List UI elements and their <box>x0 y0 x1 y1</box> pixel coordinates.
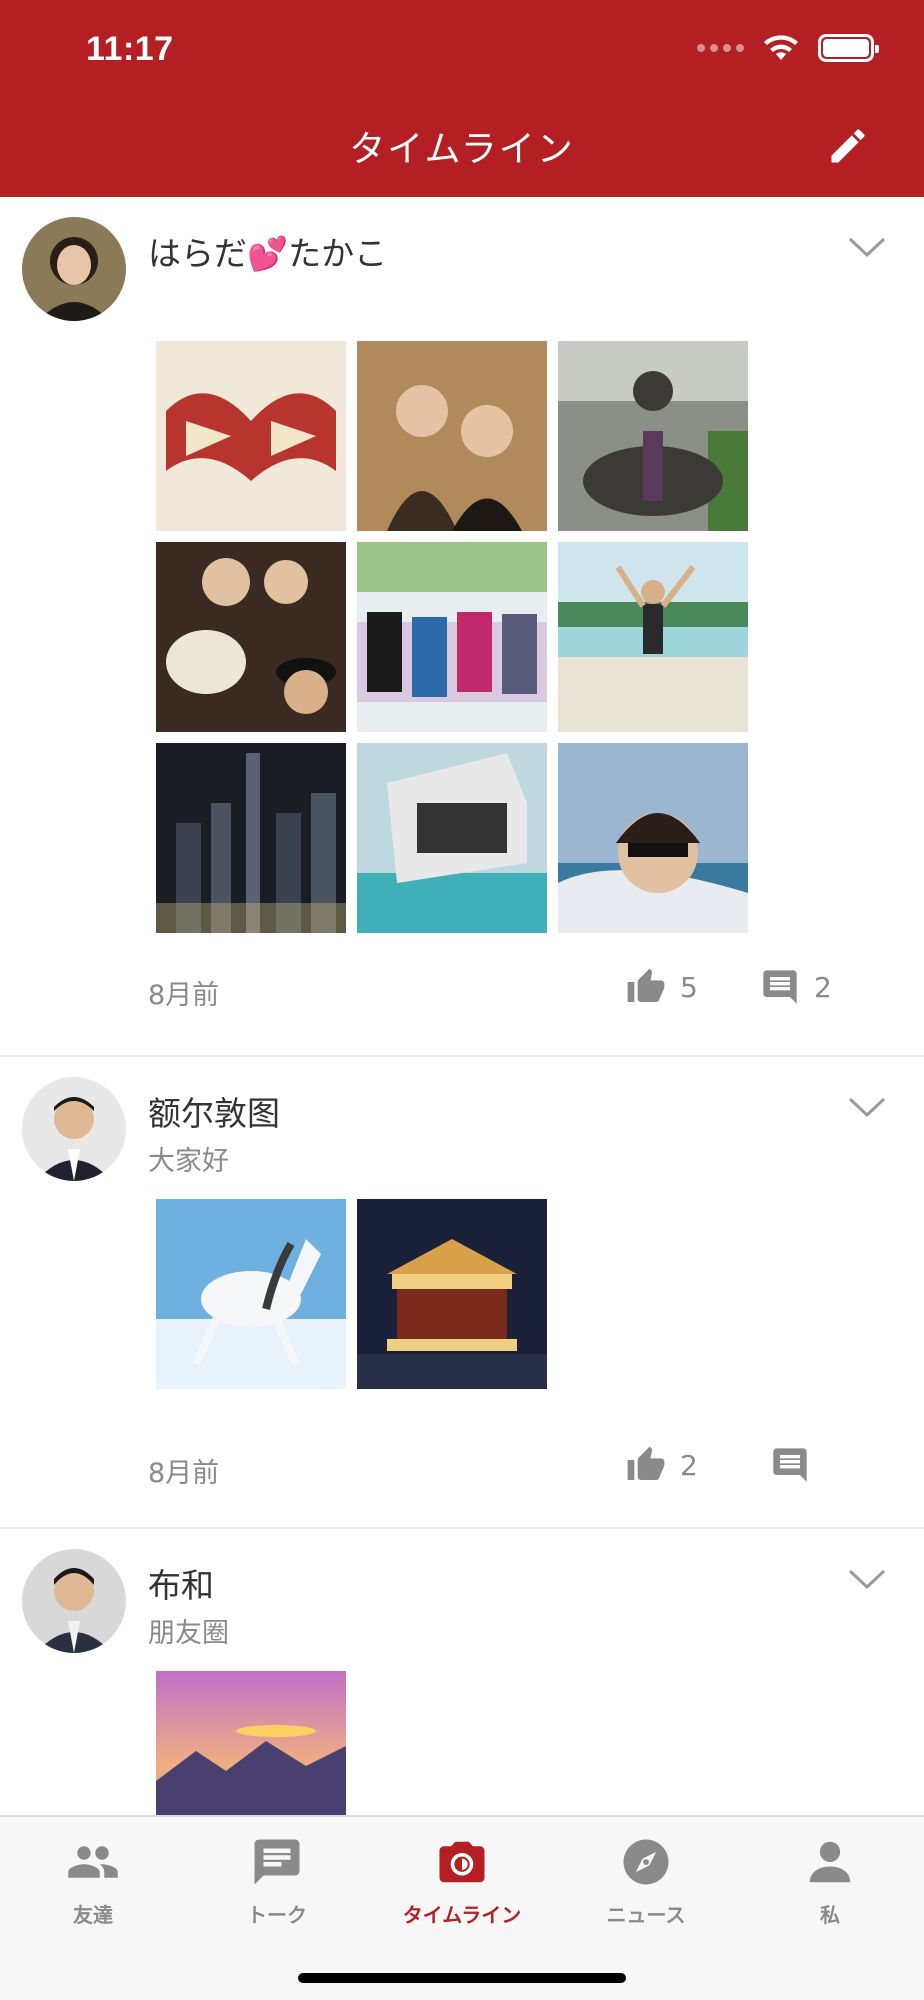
photo-grid <box>156 341 748 933</box>
thumb-up-icon <box>627 1446 665 1480</box>
page-title: タイムライン <box>349 129 575 170</box>
tab-talk[interactable]: トーク <box>202 1835 352 1928</box>
timeline-post: はらだ💕たかこ 8月前 5 2 <box>0 197 924 1057</box>
photo-thumbnail[interactable] <box>558 542 748 732</box>
pencil-icon[interactable] <box>826 124 870 168</box>
avatar[interactable] <box>22 1549 126 1653</box>
tab-me[interactable]: 私 <box>755 1835 905 1928</box>
chevron-down-icon[interactable] <box>846 1091 888 1121</box>
chevron-down-icon[interactable] <box>846 1563 888 1593</box>
photo-grid <box>156 1671 748 1815</box>
comment-button[interactable] <box>770 1445 810 1485</box>
home-indicator[interactable] <box>298 1973 626 1983</box>
tab-news[interactable]: ニュース <box>571 1835 721 1928</box>
friends-icon <box>68 1846 118 1878</box>
chat-icon <box>254 1839 300 1885</box>
tab-label: タイムライン <box>402 1903 522 1927</box>
post-author-name[interactable]: はらだ💕たかこ <box>148 227 387 275</box>
person-icon <box>809 1841 851 1883</box>
photo-thumbnail[interactable] <box>156 743 346 933</box>
chevron-down-icon[interactable] <box>846 231 888 261</box>
post-author-name[interactable]: 布和 <box>148 1559 214 1607</box>
like-count: 5 <box>680 970 698 1004</box>
post-timestamp: 8月前 <box>148 1458 220 1489</box>
tab-label: トーク <box>247 1903 307 1927</box>
post-author-name[interactable]: 额尔敦图 <box>148 1087 280 1135</box>
like-button[interactable]: 2 <box>626 1445 698 1485</box>
comment-icon <box>763 970 797 1004</box>
avatar[interactable] <box>22 217 126 321</box>
like-count: 2 <box>680 1448 698 1482</box>
timeline-feed[interactable]: はらだ💕たかこ 8月前 5 2 额尔敦图 大家好 8月前 2 布和 朋友圈 <box>0 197 924 1815</box>
post-text: 大家好 <box>148 1146 229 1177</box>
comment-count: 2 <box>814 970 832 1004</box>
photo-thumbnail[interactable] <box>156 1199 346 1389</box>
comment-button[interactable]: 2 <box>760 967 832 1007</box>
tab-friends[interactable]: 友達 <box>18 1835 168 1928</box>
battery-icon <box>818 34 879 62</box>
photo-thumbnail[interactable] <box>357 743 547 933</box>
post-timestamp: 8月前 <box>148 980 220 1011</box>
comment-icon <box>773 1448 807 1482</box>
status-icons <box>697 34 879 62</box>
photo-thumbnail[interactable] <box>156 542 346 732</box>
tab-label: 友達 <box>73 1903 113 1927</box>
photo-grid <box>156 1199 748 1389</box>
like-button[interactable]: 5 <box>626 967 698 1007</box>
avatar[interactable] <box>22 1077 126 1181</box>
timeline-post: 布和 朋友圈 <box>0 1529 924 1815</box>
tab-label: ニュース <box>606 1903 686 1927</box>
app-header: 11:17 タイムライン <box>0 0 924 197</box>
signal-icon <box>697 44 744 52</box>
post-text: 朋友圈 <box>148 1618 229 1649</box>
photo-thumbnail[interactable] <box>558 341 748 531</box>
status-time: 11:17 <box>86 30 174 68</box>
thumb-up-icon <box>627 968 665 1002</box>
timeline-post: 额尔敦图 大家好 8月前 2 <box>0 1057 924 1529</box>
photo-thumbnail[interactable] <box>156 341 346 531</box>
photo-thumbnail[interactable] <box>357 341 547 531</box>
compass-icon <box>623 1839 669 1885</box>
tab-timeline[interactable]: タイムライン <box>387 1835 537 1928</box>
wifi-icon <box>764 35 798 60</box>
photo-thumbnail[interactable] <box>558 743 748 933</box>
tab-label: 私 <box>820 1903 840 1927</box>
photo-thumbnail[interactable] <box>357 542 547 732</box>
photo-thumbnail[interactable] <box>357 1199 547 1389</box>
photo-thumbnail[interactable] <box>156 1671 346 1815</box>
camera-icon <box>439 1841 485 1883</box>
